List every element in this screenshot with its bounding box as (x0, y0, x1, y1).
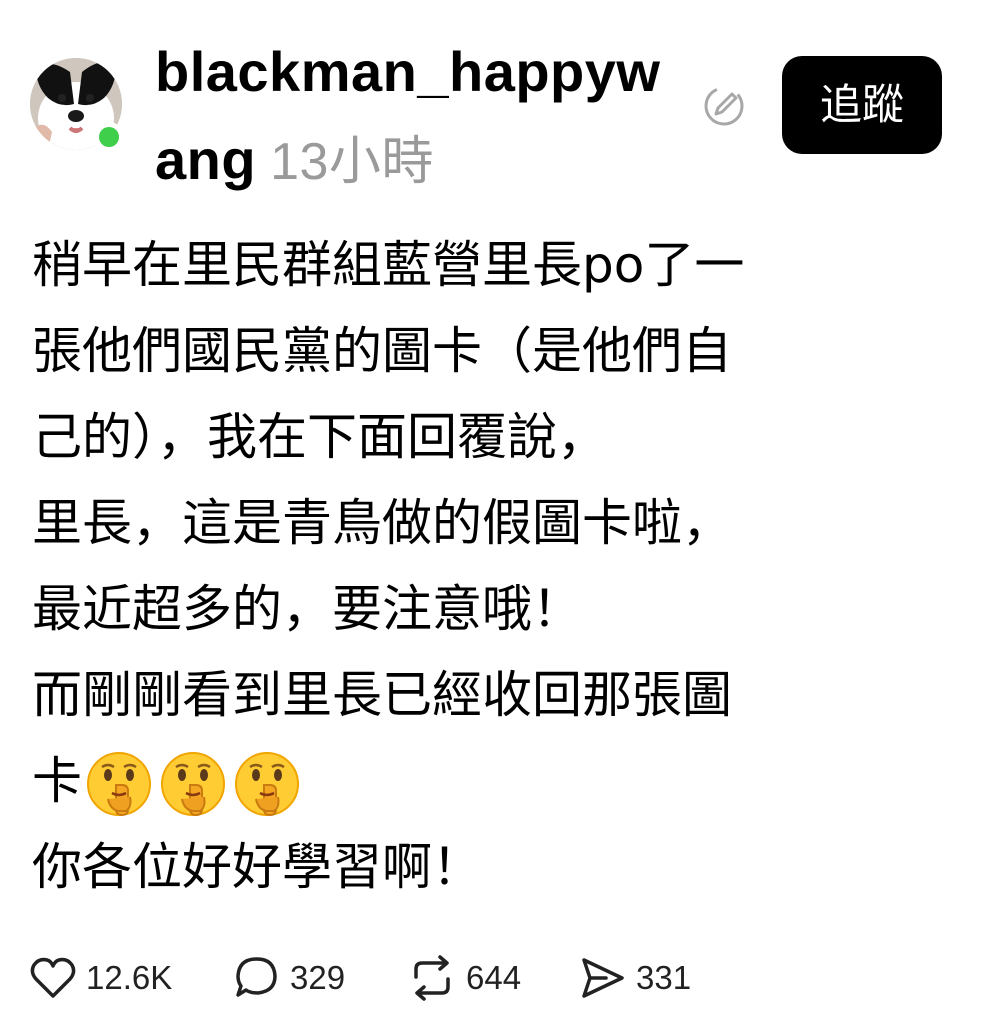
username-line-2-row: ang 13小時 (155, 116, 675, 206)
like-count: 12.6K (86, 959, 173, 996)
heart-icon (30, 957, 76, 998)
repost-icon (414, 955, 450, 1001)
edit-pencil-icon[interactable] (702, 84, 746, 128)
post-line-text: 卡 (32, 752, 82, 810)
post-line: 你各位好好學習啊！ (32, 838, 482, 896)
like-button[interactable]: 12.6K (30, 948, 172, 1008)
follow-button[interactable]: 追蹤 (782, 56, 942, 154)
comment-button[interactable]: 329 (234, 948, 345, 1008)
emoji-row (86, 742, 308, 828)
post-header: blackman_happyw ang 13小時 追蹤 (0, 0, 983, 200)
repost-button[interactable]: 644 (408, 948, 521, 1008)
post-actions-bar: 12.6K 329 644 331 (30, 948, 950, 1008)
shushing-face-emoji (87, 752, 151, 817)
shushing-face-emoji (161, 752, 225, 817)
username-line-2[interactable]: ang (155, 128, 256, 191)
comment-count: 329 (290, 959, 346, 996)
post-line: 己的），我在下面回覆說， (32, 408, 607, 466)
post-time: 13小時 (270, 133, 434, 191)
online-status-dot (94, 122, 124, 152)
share-button[interactable]: 331 (580, 948, 691, 1008)
post-line: 張他們國民黨的圖卡（是他們自 (32, 322, 732, 380)
post-line-with-emoji: 卡 (32, 738, 932, 824)
share-count: 331 (636, 959, 692, 996)
username-line-1[interactable]: blackman_happyw (155, 40, 660, 103)
post-line: 而剛剛看到里長已經收回那張圖 (32, 666, 732, 724)
post-line: 里長，這是青鳥做的假圖卡啦， (32, 494, 732, 552)
speech-bubble-icon (236, 957, 277, 997)
send-icon (582, 958, 624, 998)
post-text: 稍早在里民群組藍營里長po了一 張他們國民黨的圖卡（是他們自 己的），我在下面回… (32, 222, 932, 910)
author-info: blackman_happyw ang 13小時 (155, 28, 675, 206)
repost-count: 644 (466, 959, 522, 996)
post-line: 最近超多的，要注意哦！ (32, 580, 582, 638)
shushing-face-emoji (235, 752, 299, 817)
post-line: 稍早在里民群組藍營里長po了一 (32, 236, 745, 294)
